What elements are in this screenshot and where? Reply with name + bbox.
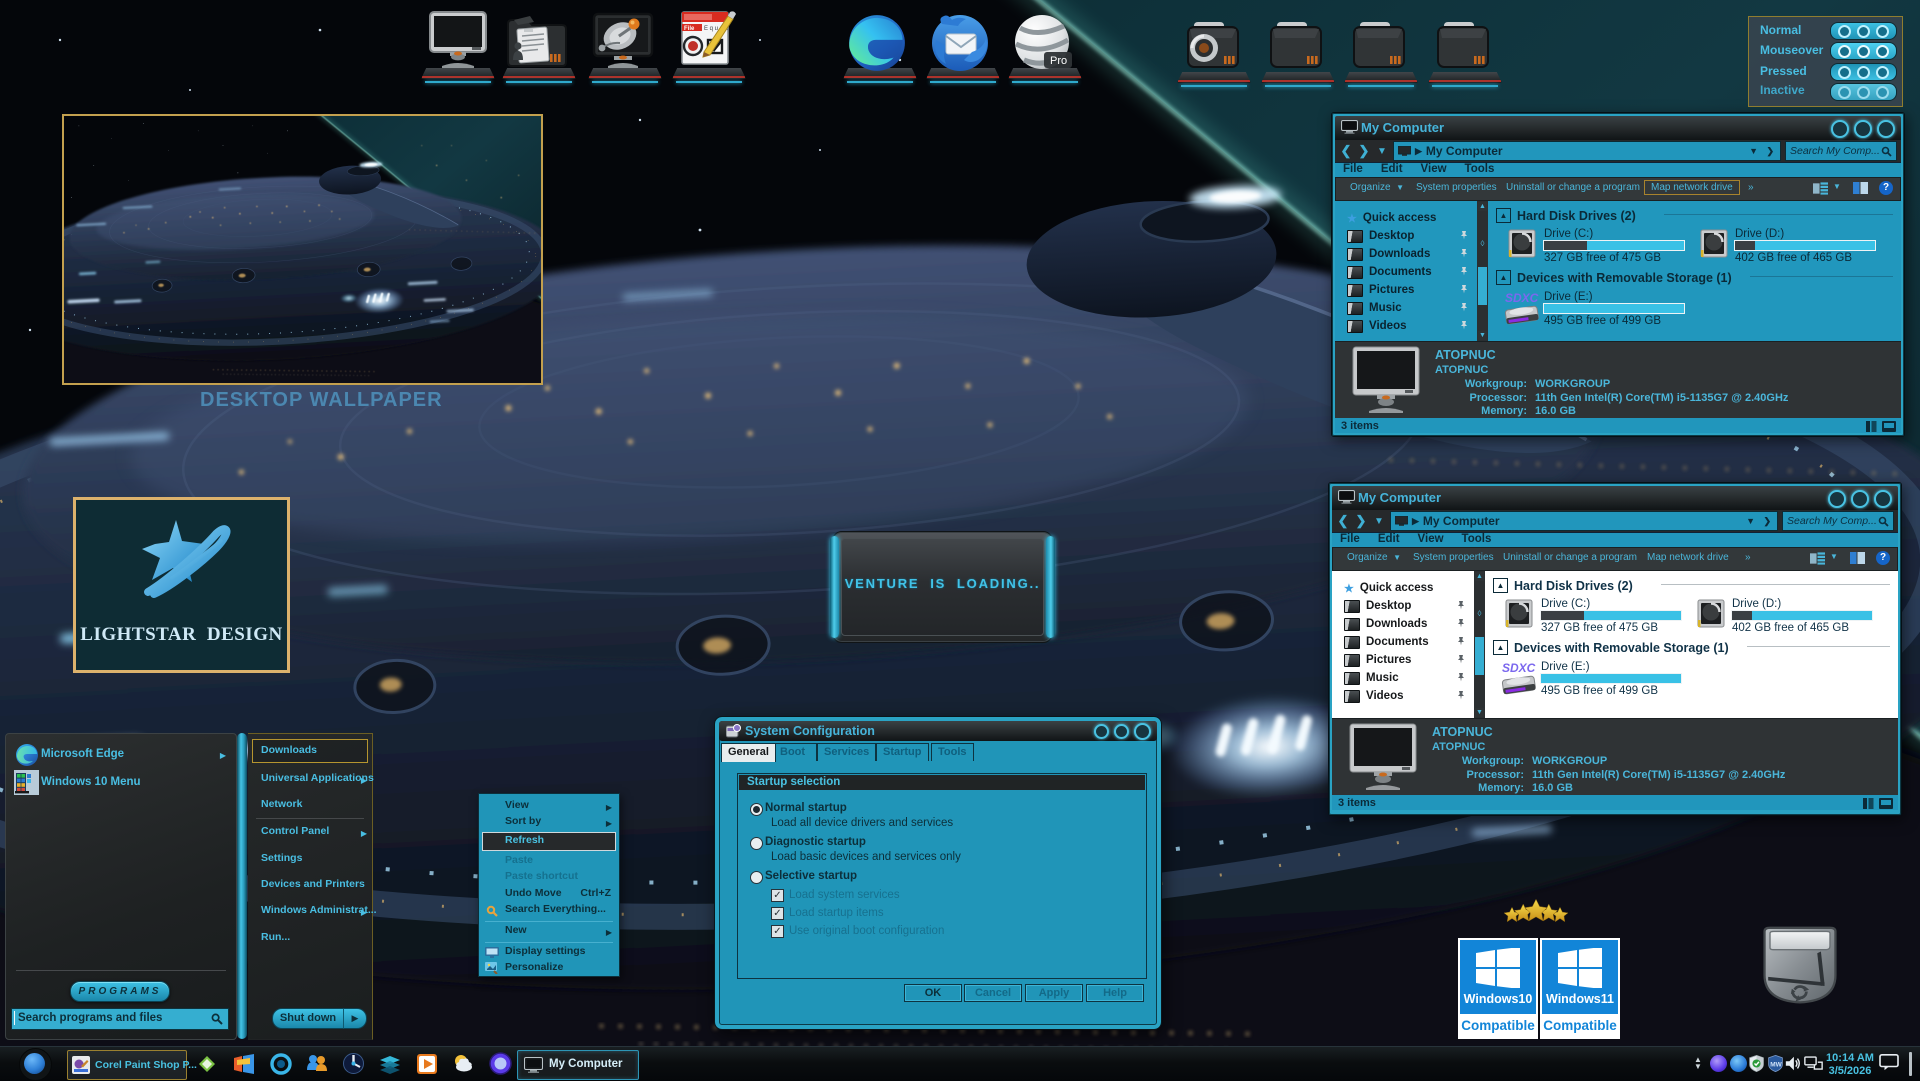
svg-text:File: File — [684, 26, 695, 32]
svg-text:Pro: Pro — [1050, 55, 1067, 67]
svg-text:MW: MW — [1770, 1062, 1782, 1069]
